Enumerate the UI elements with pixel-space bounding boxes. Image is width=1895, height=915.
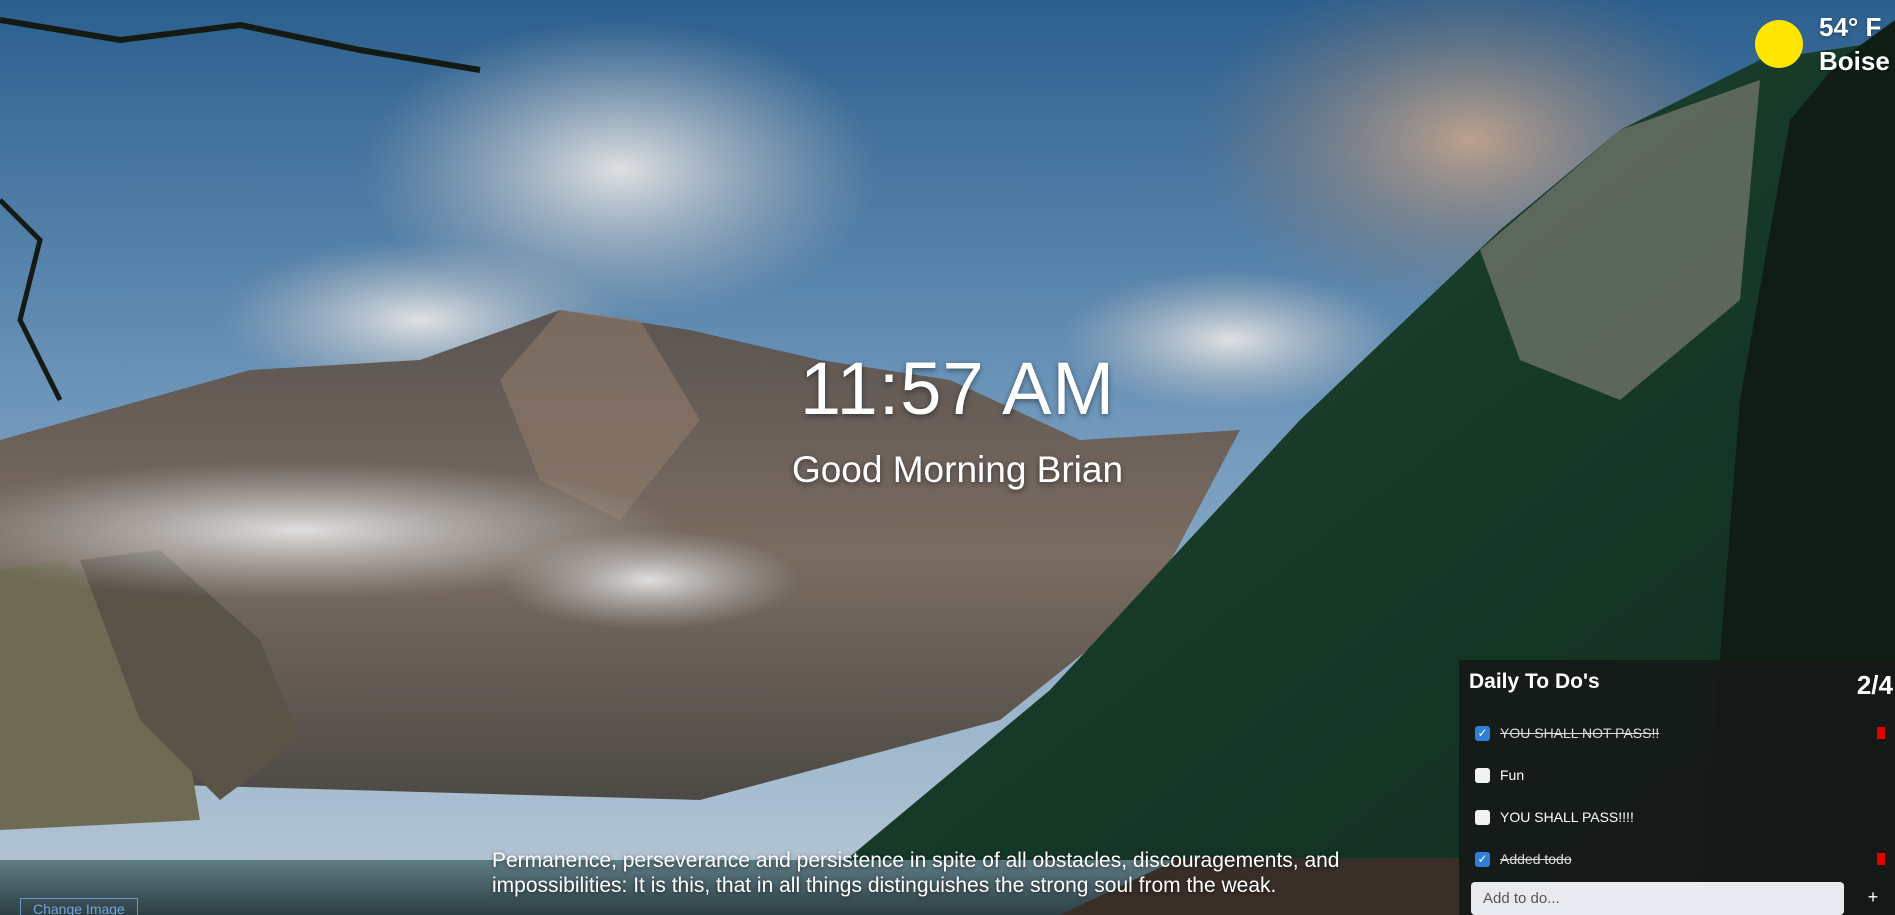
greeting-text: Good Morning Brian xyxy=(791,449,1124,490)
weather-widget[interactable]: 54° F Boise xyxy=(1755,6,1895,76)
delete-todo-button[interactable] xyxy=(1877,853,1885,865)
delete-todo-button[interactable] xyxy=(1877,727,1885,739)
weather-temperature: 54° F xyxy=(1819,12,1882,42)
todo-item[interactable]: ✓ Added todo xyxy=(1475,838,1895,880)
todo-item-label: YOU SHALL NOT PASS!! xyxy=(1500,725,1660,741)
todo-item[interactable]: ✓ YOU SHALL NOT PASS!! xyxy=(1475,712,1895,754)
todo-title: Daily To Do's xyxy=(1469,670,1600,693)
weather-city: Boise xyxy=(1819,46,1890,76)
daily-quote: Permanence, perseverance and persistence… xyxy=(492,849,1340,897)
todo-item[interactable]: YOU SHALL PASS!!!! xyxy=(1475,796,1895,838)
todo-panel: Daily To Do's 2/4 ✓ YOU SHALL NOT PASS!!… xyxy=(1459,660,1895,915)
clock-time: 11:57 AM xyxy=(799,347,1116,430)
todo-item-label: Fun xyxy=(1500,767,1525,783)
todo-item-label: Added todo xyxy=(1500,851,1572,867)
todo-checkbox-unchecked[interactable] xyxy=(1475,809,1490,825)
add-todo-input[interactable] xyxy=(1471,882,1844,915)
todo-count: 2/4 xyxy=(1856,670,1893,700)
momentum-dashboard: 54° F Boise 11:57 AM Good Morning Brian … xyxy=(0,0,1895,915)
todo-item[interactable]: Fun xyxy=(1475,754,1895,796)
todo-checkbox-checked[interactable]: ✓ xyxy=(1475,725,1490,741)
sun-icon xyxy=(1755,20,1803,68)
todo-checkbox-checked[interactable]: ✓ xyxy=(1475,851,1490,867)
change-image-button[interactable]: Change Image xyxy=(20,898,138,915)
todo-checkbox-unchecked[interactable] xyxy=(1475,767,1490,783)
todo-list: ✓ YOU SHALL NOT PASS!! Fun YOU SHALL PAS… xyxy=(1475,712,1895,880)
todo-item-label: YOU SHALL PASS!!!! xyxy=(1500,809,1634,825)
add-todo-button[interactable]: + xyxy=(1861,884,1885,910)
